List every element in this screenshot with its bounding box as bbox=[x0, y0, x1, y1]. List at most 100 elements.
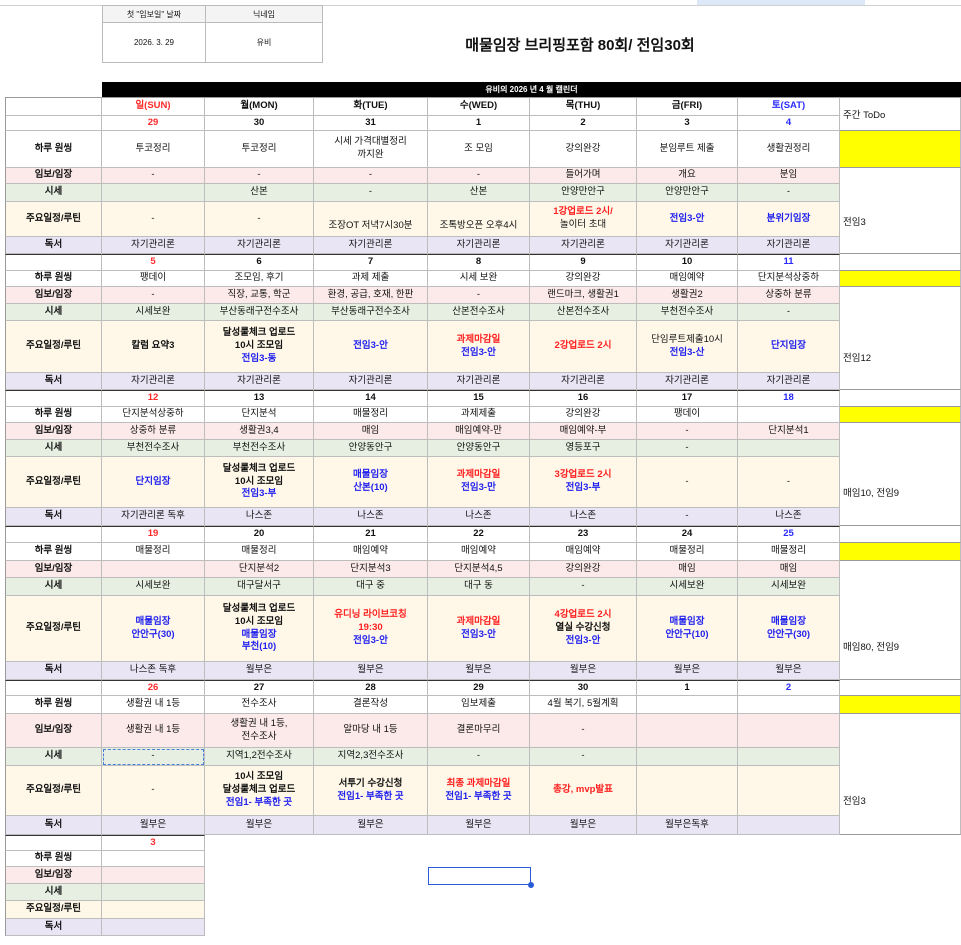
date-cell[interactable]: 27 bbox=[205, 680, 314, 696]
date-cell[interactable]: 14 bbox=[314, 390, 428, 407]
report-cell[interactable]: 들어가며 bbox=[530, 168, 637, 184]
price-cell[interactable]: - bbox=[738, 184, 840, 202]
price-cell[interactable]: 산본 bbox=[428, 184, 530, 202]
daily-cell[interactable]: 조모임, 후기 bbox=[205, 271, 314, 287]
report-cell[interactable]: - bbox=[205, 168, 314, 184]
price-cell[interactable]: 시세보완 bbox=[102, 578, 205, 596]
date-cell[interactable]: 17 bbox=[637, 390, 738, 407]
daily-cell[interactable] bbox=[637, 696, 738, 714]
read-cell[interactable]: 자기관리론 bbox=[530, 237, 637, 254]
date-cell[interactable]: 19 bbox=[102, 526, 205, 543]
date-cell[interactable]: 22 bbox=[428, 526, 530, 543]
daily-cell[interactable]: 매물정리 bbox=[102, 543, 205, 561]
report-cell[interactable] bbox=[102, 561, 205, 578]
read-cell[interactable]: 월부은 bbox=[205, 816, 314, 835]
sched-cell[interactable]: 과제마감일 전임3-안 bbox=[428, 596, 530, 662]
date-cell[interactable]: 26 bbox=[102, 680, 205, 696]
price-cell[interactable]: 시세보완 bbox=[738, 578, 840, 596]
report-cell[interactable]: 개요 bbox=[637, 168, 738, 184]
price-cell[interactable]: 지역1,2전수조사 bbox=[205, 748, 314, 766]
first-date-value[interactable]: 2026. 3. 29 bbox=[103, 23, 206, 62]
read-cell[interactable]: 자기관리론 bbox=[738, 373, 840, 390]
price-cell[interactable]: 지역2,3전수조사 bbox=[314, 748, 428, 766]
selected-cell[interactable] bbox=[428, 867, 534, 888]
selected-cell-top[interactable] bbox=[697, 0, 865, 5]
date-cell[interactable]: 10 bbox=[637, 254, 738, 271]
sched-cell[interactable]: - bbox=[205, 202, 314, 237]
price-cell[interactable]: 안양동안구 bbox=[314, 440, 428, 457]
read-cell[interactable]: 자기관리론 bbox=[205, 237, 314, 254]
date-cell[interactable]: 28 bbox=[314, 680, 428, 696]
date-cell[interactable]: 21 bbox=[314, 526, 428, 543]
sched-cell[interactable]: 달성룰체크 업로드 10시 조모임 전임3-동 bbox=[205, 321, 314, 373]
date-cell[interactable]: 16 bbox=[530, 390, 637, 407]
daily-cell[interactable]: 시세 보완 bbox=[428, 271, 530, 287]
daily-cell[interactable]: 투코정리 bbox=[102, 131, 205, 168]
price-cell[interactable]: 시세보완 bbox=[102, 304, 205, 321]
report-cell[interactable]: - bbox=[637, 423, 738, 440]
sched-cell[interactable] bbox=[102, 901, 205, 919]
daily-cell[interactable]: 조 모임 bbox=[428, 131, 530, 168]
date-cell[interactable]: 1 bbox=[637, 680, 738, 696]
price-cell[interactable]: 안양만안구 bbox=[530, 184, 637, 202]
report-cell[interactable] bbox=[102, 867, 205, 884]
report-cell[interactable]: 분임 bbox=[738, 168, 840, 184]
sched-cell[interactable] bbox=[738, 766, 840, 816]
weekly-todo-highlight[interactable] bbox=[840, 131, 961, 168]
daily-cell[interactable]: 매물정리 bbox=[637, 543, 738, 561]
date-cell[interactable]: 6 bbox=[205, 254, 314, 271]
read-cell[interactable]: 월부은 bbox=[637, 662, 738, 680]
daily-cell[interactable]: 과제제출 bbox=[428, 407, 530, 423]
report-cell[interactable]: 생활권 내 1등, 전수조사 bbox=[205, 714, 314, 748]
daily-cell[interactable]: 시세 가격대별정리 까지완 bbox=[314, 131, 428, 168]
daily-cell[interactable]: 매물정리 bbox=[314, 407, 428, 423]
sched-cell[interactable]: 매물임장 안안구(10) bbox=[637, 596, 738, 662]
report-cell[interactable]: 생활권3,4 bbox=[205, 423, 314, 440]
price-cell[interactable]: 대구 중 bbox=[314, 578, 428, 596]
sched-cell[interactable]: - bbox=[637, 457, 738, 508]
daily-cell[interactable]: 과제 제출 bbox=[314, 271, 428, 287]
price-cell[interactable]: 산본 bbox=[205, 184, 314, 202]
read-cell[interactable]: 자기관리론 bbox=[637, 373, 738, 390]
read-cell[interactable]: 자기관리론 bbox=[314, 237, 428, 254]
daily-cell[interactable]: 결론작성 bbox=[314, 696, 428, 714]
daily-cell[interactable]: 팽데이 bbox=[102, 271, 205, 287]
report-cell[interactable]: 단지분석1 bbox=[738, 423, 840, 440]
weekly-todo-highlight[interactable] bbox=[840, 271, 961, 287]
weekly-todo-note[interactable]: 전임3 bbox=[840, 168, 961, 254]
date-cell[interactable]: 4 bbox=[738, 116, 840, 131]
daily-cell[interactable] bbox=[102, 851, 205, 867]
read-cell[interactable]: 자기관리론 bbox=[428, 373, 530, 390]
sched-cell[interactable]: 1강업로드 2시/놀이터 초대 bbox=[530, 202, 637, 237]
daily-cell[interactable] bbox=[738, 407, 840, 423]
price-cell[interactable]: 부산동래구전수조사 bbox=[314, 304, 428, 321]
daily-cell[interactable] bbox=[738, 696, 840, 714]
date-cell[interactable]: 13 bbox=[205, 390, 314, 407]
sched-cell[interactable]: 달성룰체크 업로드 10시 조모임 전임3-부 bbox=[205, 457, 314, 508]
sched-cell[interactable]: 달성룰체크 업로드 10시 조모임 매물임장 부천(10) bbox=[205, 596, 314, 662]
price-cell[interactable] bbox=[738, 748, 840, 766]
date-cell[interactable]: 20 bbox=[205, 526, 314, 543]
price-cell[interactable]: 부천전수조사 bbox=[205, 440, 314, 457]
daily-cell[interactable]: 매물정리 bbox=[738, 543, 840, 561]
report-cell[interactable]: - bbox=[428, 287, 530, 304]
sched-cell[interactable]: 전임3-안 bbox=[314, 321, 428, 373]
sched-cell[interactable]: 최종 과제마감일 전임1- 부족한 곳 bbox=[428, 766, 530, 816]
price-cell[interactable]: 시세보완 bbox=[637, 578, 738, 596]
daily-cell[interactable]: 매임예약 bbox=[428, 543, 530, 561]
daily-cell[interactable]: 임보제출 bbox=[428, 696, 530, 714]
sched-cell[interactable]: 서투기 수강신청 전임1- 부족한 곳 bbox=[314, 766, 428, 816]
price-cell[interactable]: - bbox=[530, 748, 637, 766]
daily-cell[interactable]: 팽데이 bbox=[637, 407, 738, 423]
date-cell[interactable]: 2 bbox=[738, 680, 840, 696]
sched-cell[interactable]: 칼럼 요약3 bbox=[102, 321, 205, 373]
date-cell[interactable]: 29 bbox=[102, 116, 205, 131]
nickname-value[interactable]: 유비 bbox=[206, 23, 322, 62]
weekly-todo-note[interactable]: 매임80, 전임9 bbox=[840, 561, 961, 680]
price-cell[interactable]: 부천전수조사 bbox=[102, 440, 205, 457]
report-cell[interactable]: 생활권2 bbox=[637, 287, 738, 304]
read-cell[interactable] bbox=[102, 919, 205, 936]
read-cell[interactable]: 월부은 bbox=[530, 816, 637, 835]
read-cell[interactable]: 월부은 bbox=[530, 662, 637, 680]
report-cell[interactable]: 강의완강 bbox=[530, 561, 637, 578]
